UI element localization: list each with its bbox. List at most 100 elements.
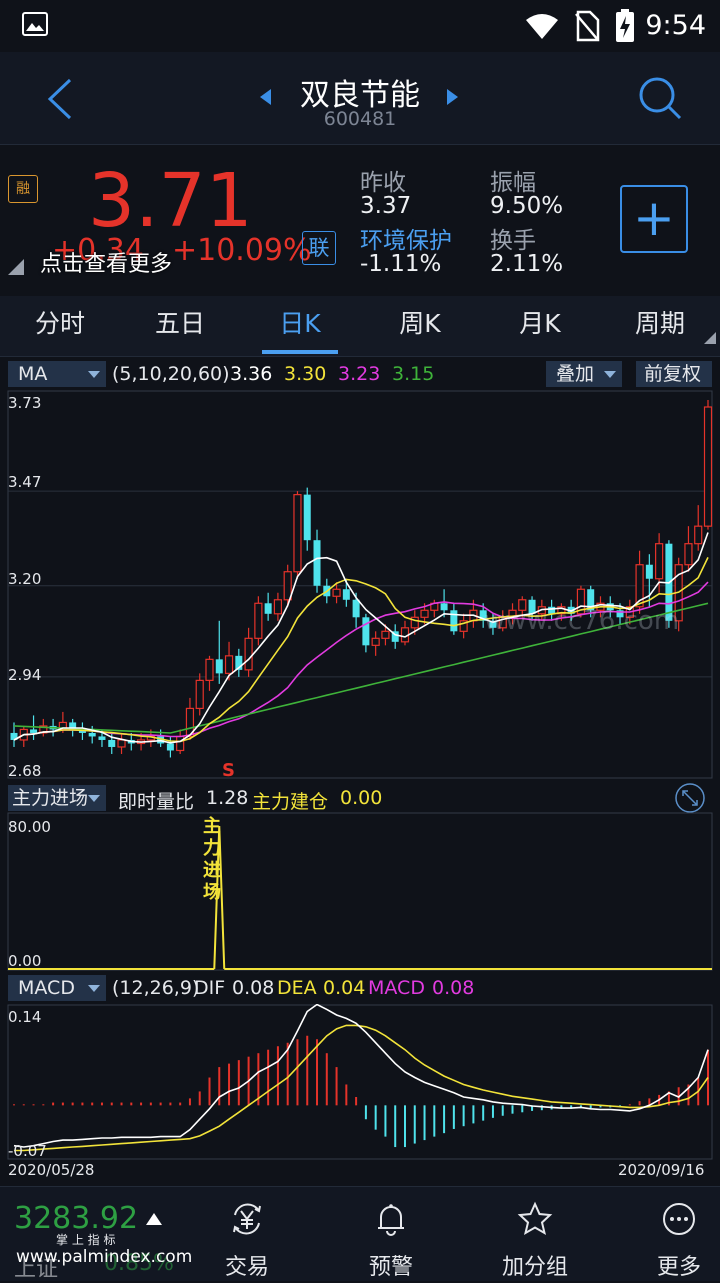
candle-body <box>283 571 292 601</box>
nav-add-group[interactable]: 加分组 <box>463 1187 607 1281</box>
ma-indicator-name: MA <box>18 363 48 385</box>
prev-close-value: 3.37 <box>360 193 412 219</box>
period-tabs: 分时 五日 日K 周K 月K 周期 <box>0 296 720 357</box>
dea-label: DEA <box>277 977 317 999</box>
index-ticker[interactable]: 3283.92 掌 上 指 标 上证 0.85% www.palmindex.c… <box>0 1187 192 1282</box>
volume-ratio-value: 1.28 <box>206 787 249 809</box>
candle-body <box>332 588 341 597</box>
candle-body <box>108 739 116 747</box>
trade-yen-icon <box>233 1203 261 1235</box>
candle-body <box>244 637 253 671</box>
tab-period[interactable]: 周期 <box>600 296 720 356</box>
main-force-name: 主力进场 <box>12 787 89 809</box>
sector-link[interactable]: 环境保护 <box>360 221 452 255</box>
wifi-icon <box>526 14 558 39</box>
ma-indicator-dropdown[interactable]: MA <box>8 361 106 387</box>
kline-frame <box>7 390 713 779</box>
add-watchlist-button[interactable]: + <box>620 185 688 253</box>
main-force-dropdown[interactable]: 主力进场 <box>8 785 106 811</box>
dif-value: 0.08 <box>232 977 275 999</box>
search-icon[interactable] <box>638 76 682 120</box>
bottom-nav: 3283.92 掌 上 指 标 上证 0.85% www.palmindex.c… <box>0 1186 720 1282</box>
main-force-entry-marker: 主 力 进 场 <box>201 816 223 904</box>
candle-body <box>176 735 185 752</box>
more-dots-icon <box>663 1203 695 1235</box>
main-force-y-top: 80.00 <box>8 818 51 836</box>
ma20-value: 3.23 <box>338 363 381 385</box>
main-force-frame <box>7 812 713 971</box>
candle-body <box>303 494 311 541</box>
nav-trade-label: 交易 <box>224 1255 269 1280</box>
ma-indicator-bar: MA (5,10,20,60) 3.36 3.30 3.23 3.15 叠加 前… <box>0 358 720 388</box>
nav-trade[interactable]: 交易 <box>175 1187 319 1281</box>
current-price: 3.71 <box>88 158 253 244</box>
dea-value: 0.04 <box>323 977 366 999</box>
marker-char: 场 <box>203 882 221 903</box>
tab-intraday[interactable]: 分时 <box>0 296 120 356</box>
status-bar: 9:54 <box>0 0 720 52</box>
candle-body <box>98 736 106 740</box>
adjust-button[interactable]: 前复权 <box>636 361 712 387</box>
tab-daily-k[interactable]: 日K <box>240 296 360 356</box>
candle-body <box>694 525 703 545</box>
candle-body <box>313 540 321 586</box>
expand-icon[interactable] <box>674 782 706 814</box>
candle-body <box>371 637 380 646</box>
candle-body <box>352 599 360 618</box>
status-time: 9:54 <box>645 10 706 41</box>
candle-body <box>30 729 38 733</box>
battery-charging-icon <box>616 9 634 42</box>
nav-alert-label: 预警 <box>368 1255 413 1280</box>
tab-weekly-k[interactable]: 周K <box>360 296 480 356</box>
volume-ratio-label: 即时量比 <box>118 791 195 813</box>
tab-monthly-k[interactable]: 月K <box>480 296 600 356</box>
candle-body <box>224 655 234 674</box>
next-stock-arrow-icon[interactable] <box>447 89 458 105</box>
ma5-line <box>13 532 709 744</box>
kline-grid <box>8 490 712 678</box>
candle-body <box>293 494 302 573</box>
candle-body <box>381 630 390 639</box>
ma10-line <box>13 557 709 743</box>
chevron-down-icon <box>88 985 100 992</box>
candle-body <box>215 659 223 674</box>
candle-body <box>88 732 96 737</box>
turnover-value: 2.11% <box>490 251 564 277</box>
bell-icon <box>378 1204 404 1236</box>
quote-panel: 融 3.71 +0.34 +10.09% 点击查看更多 联 昨收 3.37 环境… <box>0 145 720 295</box>
date-start: 2020/05/28 <box>8 1161 95 1179</box>
nav-add-group-label: 加分组 <box>501 1255 568 1280</box>
ma10-value: 3.30 <box>284 363 327 385</box>
marker-char: 进 <box>203 860 221 881</box>
nav-alert[interactable]: 预警 <box>319 1187 463 1281</box>
macd-frame <box>7 1004 713 1160</box>
prev-close-label: 昨收 <box>360 170 406 196</box>
candle-body <box>273 599 283 615</box>
period-corner-icon <box>704 332 716 344</box>
chevron-down-icon <box>88 795 100 802</box>
linked-badge[interactable]: 联 <box>302 231 336 265</box>
stock-code: 600481 <box>323 108 397 130</box>
main-force-bar: 主力进场 即时量比 1.28 主力建仓 0.00 <box>0 782 720 814</box>
tab-five-day[interactable]: 五日 <box>120 296 240 356</box>
chevron-down-icon <box>604 371 616 378</box>
marker-char: 主 <box>203 816 221 837</box>
dea-line <box>14 1024 709 1152</box>
build-position-label: 主力建仓 <box>252 791 329 813</box>
palmindex-url: www.palmindex.com <box>16 1247 193 1267</box>
kline-chart[interactable] <box>0 390 720 780</box>
kline-y-label-3: 3.20 <box>8 570 42 588</box>
ma-params: (5,10,20,60) <box>112 363 230 385</box>
macd-indicator-dropdown[interactable]: MACD <box>8 975 106 1001</box>
macd-indicator-bar: MACD (12,26,9) DIF 0.08 DEA 0.04 MACD 0.… <box>0 972 720 1002</box>
macd-y-bottom: -0.07 <box>8 1142 47 1160</box>
price-change-pct: +10.09% <box>172 233 312 268</box>
candle-body <box>117 739 126 748</box>
kline-ma-lines <box>13 532 709 744</box>
overlay-dropdown[interactable]: 叠加 <box>546 361 622 387</box>
star-icon <box>517 1201 553 1236</box>
macd-params: (12,26,9) <box>112 977 200 999</box>
view-more-link[interactable]: 点击查看更多 <box>40 246 172 278</box>
nav-more[interactable]: 更多 <box>607 1187 720 1281</box>
kline-y-label-4: 2.94 <box>8 666 42 684</box>
